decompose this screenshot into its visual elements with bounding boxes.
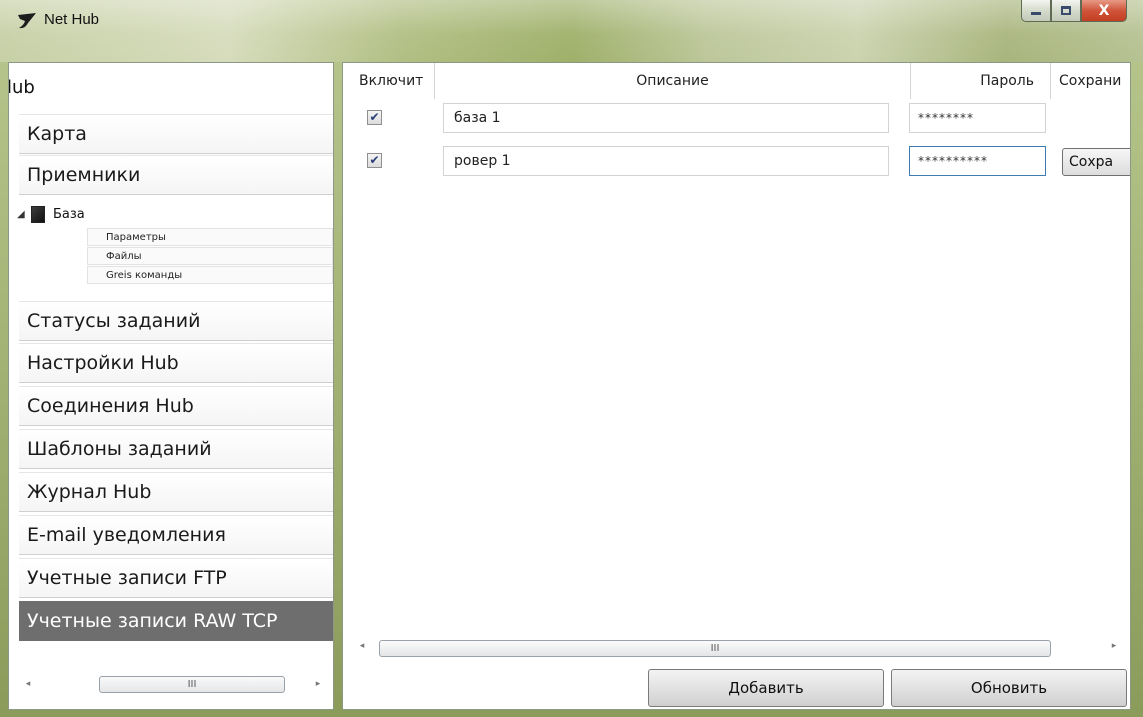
tree-child-files[interactable]: Файлы (87, 247, 333, 265)
column-header-save[interactable]: Сохрани (1051, 63, 1130, 99)
enable-checkbox[interactable]: ✔ (367, 153, 382, 168)
column-header-label: Включит (359, 73, 424, 89)
nav-item-email-notifications[interactable]: E-mail уведомления (19, 515, 333, 555)
tree-node-label: База (53, 206, 85, 222)
nav-item-label: Журнал Hub (27, 481, 152, 503)
column-header-enable[interactable]: Включит (353, 63, 435, 99)
table-row: ✔ база 1 ******** (353, 101, 1130, 137)
nav-item-task-templates[interactable]: Шаблоны заданий (19, 429, 333, 469)
column-header-password[interactable]: Пароль (911, 63, 1051, 99)
nav-header: lub (8, 77, 35, 98)
column-header-description[interactable]: Описание (435, 63, 911, 99)
title-bar: Net Hub X (0, 0, 1143, 62)
nav-item-label: Учетные записи FTP (27, 567, 227, 589)
tree-child-greis-commands[interactable]: Greis команды (87, 266, 333, 284)
nav-item-label: Приемники (27, 164, 141, 186)
minimize-icon (1031, 12, 1041, 15)
maximize-icon (1061, 6, 1071, 15)
minimize-button[interactable] (1021, 0, 1051, 22)
description-field[interactable]: база 1 (443, 103, 889, 133)
nav-item-label: Учетные записи RAW TCP (27, 610, 278, 632)
password-field[interactable]: ********** (909, 146, 1046, 176)
add-button[interactable]: Добавить (648, 669, 884, 707)
nav-item-hub-log[interactable]: Журнал Hub (19, 472, 333, 512)
nav-item-label: E-mail уведомления (27, 524, 226, 546)
password-field[interactable]: ******** (909, 103, 1046, 133)
scroll-right-icon[interactable]: ▸ (309, 679, 327, 689)
nav-item-receivers[interactable]: Приемники (19, 155, 333, 195)
scroll-left-icon[interactable]: ◂ (353, 641, 371, 651)
column-header-label: Сохрани (1059, 73, 1122, 89)
scroll-right-icon[interactable]: ▸ (1105, 641, 1123, 651)
nav-item-label: Статусы заданий (27, 310, 201, 332)
nav-item-label: Настройки Hub (27, 352, 179, 374)
table-row: ✔ ровер 1 ********** Сохра (353, 144, 1130, 180)
nav-item-hub-settings[interactable]: Настройки Hub (19, 343, 333, 383)
column-header-label: Пароль (980, 73, 1034, 89)
enable-checkbox[interactable]: ✔ (367, 110, 382, 125)
tree-child-label: Параметры (106, 231, 166, 243)
nav-item-raw-tcp-accounts[interactable]: Учетные записи RAW TCP (19, 601, 333, 641)
scrollbar-thumb[interactable]: III (379, 640, 1051, 657)
tree-expand-arrow-icon[interactable]: ◢ (17, 209, 31, 220)
accounts-panel: Включит Описание Пароль Сохрани ✔ база 1… (342, 62, 1131, 710)
tree-node-base[interactable]: ◢ База (17, 203, 85, 225)
scroll-left-icon[interactable]: ◂ (19, 679, 37, 689)
receiver-icon (31, 205, 45, 223)
nav-item-hub-connections[interactable]: Соединения Hub (19, 386, 333, 426)
close-button[interactable]: X (1081, 0, 1127, 22)
save-row-button[interactable]: Сохра (1062, 148, 1130, 176)
nav-item-label: Карта (27, 123, 87, 145)
app-logo-icon (18, 13, 36, 29)
column-header-label: Описание (636, 73, 709, 89)
description-field[interactable]: ровер 1 (443, 146, 889, 176)
nav-item-label: Шаблоны заданий (27, 438, 212, 460)
close-icon: X (1098, 2, 1110, 19)
nav-item-label: Соединения Hub (27, 395, 194, 417)
nav-item-task-statuses[interactable]: Статусы заданий (19, 301, 333, 341)
scrollbar-thumb[interactable]: III (99, 675, 285, 693)
tree-child-parameters[interactable]: Параметры (87, 228, 333, 246)
maximize-button[interactable] (1051, 0, 1081, 22)
nav-item-map[interactable]: Карта (19, 114, 333, 154)
tree-child-label: Файлы (106, 250, 142, 262)
grid-horizontal-scrollbar[interactable]: ◂ III ▸ (353, 638, 1123, 660)
nav-horizontal-scrollbar[interactable]: ◂ III ▸ (19, 673, 327, 695)
grid-header: Включит Описание Пароль Сохрани (353, 63, 1130, 99)
refresh-button[interactable]: Обновить (891, 669, 1127, 707)
window-title: Net Hub (44, 11, 100, 28)
nav-item-ftp-accounts[interactable]: Учетные записи FTP (19, 558, 333, 598)
navigation-panel: lub Карта Приемники ◢ База Параметры Фай… (8, 62, 334, 710)
tree-child-label: Greis команды (106, 269, 183, 281)
